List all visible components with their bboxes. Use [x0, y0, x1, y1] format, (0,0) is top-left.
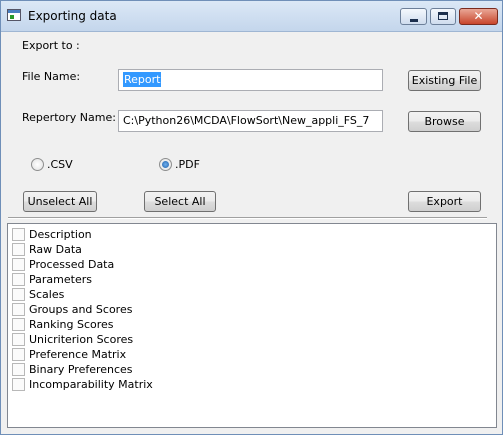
list-item-label: Binary Preferences [29, 363, 133, 376]
checkbox[interactable] [12, 348, 25, 361]
list-item-processed-data[interactable]: Processed Data [11, 257, 311, 272]
checkbox[interactable] [12, 258, 25, 271]
pdf-radio-label[interactable]: .PDF [175, 158, 200, 171]
checkbox[interactable] [12, 288, 25, 301]
export-items-list[interactable]: Description Raw Data Processed Data Para… [7, 223, 497, 428]
browse-button[interactable]: Browse [408, 111, 481, 132]
list-item-scales[interactable]: Scales [11, 287, 311, 302]
list-item-label: Groups and Scores [29, 303, 133, 316]
minimize-button[interactable] [400, 8, 427, 25]
checkbox[interactable] [12, 228, 25, 241]
file-name-label: File Name: [22, 70, 81, 83]
list-item-label: Incomparability Matrix [29, 378, 153, 391]
list-item-label: Unicriterion Scores [29, 333, 134, 346]
list-item-label: Processed Data [29, 258, 115, 271]
close-icon: ✕ [473, 9, 484, 23]
list-item-incomparability-matrix[interactable]: Incomparability Matrix [11, 377, 311, 392]
list-item-ranking-scores[interactable]: Ranking Scores [11, 317, 311, 332]
app-window-icon [7, 9, 21, 21]
checkbox[interactable] [12, 318, 25, 331]
list-item-label: Raw Data [29, 243, 82, 256]
list-item-label: Parameters [29, 273, 92, 286]
csv-radio-label[interactable]: .CSV [47, 158, 73, 171]
list-item-unicriterion-scores[interactable]: Unicriterion Scores [11, 332, 311, 347]
minimize-icon [410, 19, 418, 22]
list-item-raw-data[interactable]: Raw Data [11, 242, 311, 257]
checkbox[interactable] [12, 333, 25, 346]
checkbox[interactable] [12, 378, 25, 391]
checkbox[interactable] [12, 243, 25, 256]
list-item-label: Ranking Scores [29, 318, 114, 331]
csv-radio[interactable] [31, 158, 44, 171]
window-title: Exporting data [28, 9, 117, 23]
repertory-name-label: Repertory Name: [22, 111, 116, 124]
repertory-name-input[interactable]: C:\Python26\MCDA\FlowSort\New_appli_FS_7 [118, 110, 383, 132]
section-divider [8, 217, 487, 219]
list-item-label: Preference Matrix [29, 348, 127, 361]
maximize-icon [438, 12, 448, 20]
export-button[interactable]: Export [408, 191, 481, 212]
list-item-label: Description [29, 228, 92, 241]
checkbox[interactable] [12, 273, 25, 286]
checkbox[interactable] [12, 363, 25, 376]
checkbox[interactable] [12, 303, 25, 316]
pdf-radio[interactable] [159, 158, 172, 171]
select-all-button[interactable]: Select All [144, 191, 216, 212]
file-name-value: Report [123, 72, 162, 87]
file-name-input[interactable]: Report [118, 69, 383, 91]
list-item-groups-and-scores[interactable]: Groups and Scores [11, 302, 311, 317]
title-bar[interactable]: Exporting data ✕ [1, 1, 502, 32]
list-item-preference-matrix[interactable]: Preference Matrix [11, 347, 311, 362]
close-button[interactable]: ✕ [459, 8, 498, 25]
export-dialog: Exporting data ✕ Export to : File Name: … [0, 0, 503, 435]
maximize-button[interactable] [430, 8, 456, 25]
existing-file-button[interactable]: Existing File [408, 70, 481, 91]
list-item-binary-preferences[interactable]: Binary Preferences [11, 362, 311, 377]
list-item-label: Scales [29, 288, 65, 301]
list-item-parameters[interactable]: Parameters [11, 272, 311, 287]
list-item-description[interactable]: Description [11, 227, 311, 242]
unselect-all-button[interactable]: Unselect All [23, 191, 97, 212]
export-to-label: Export to : [22, 39, 80, 52]
